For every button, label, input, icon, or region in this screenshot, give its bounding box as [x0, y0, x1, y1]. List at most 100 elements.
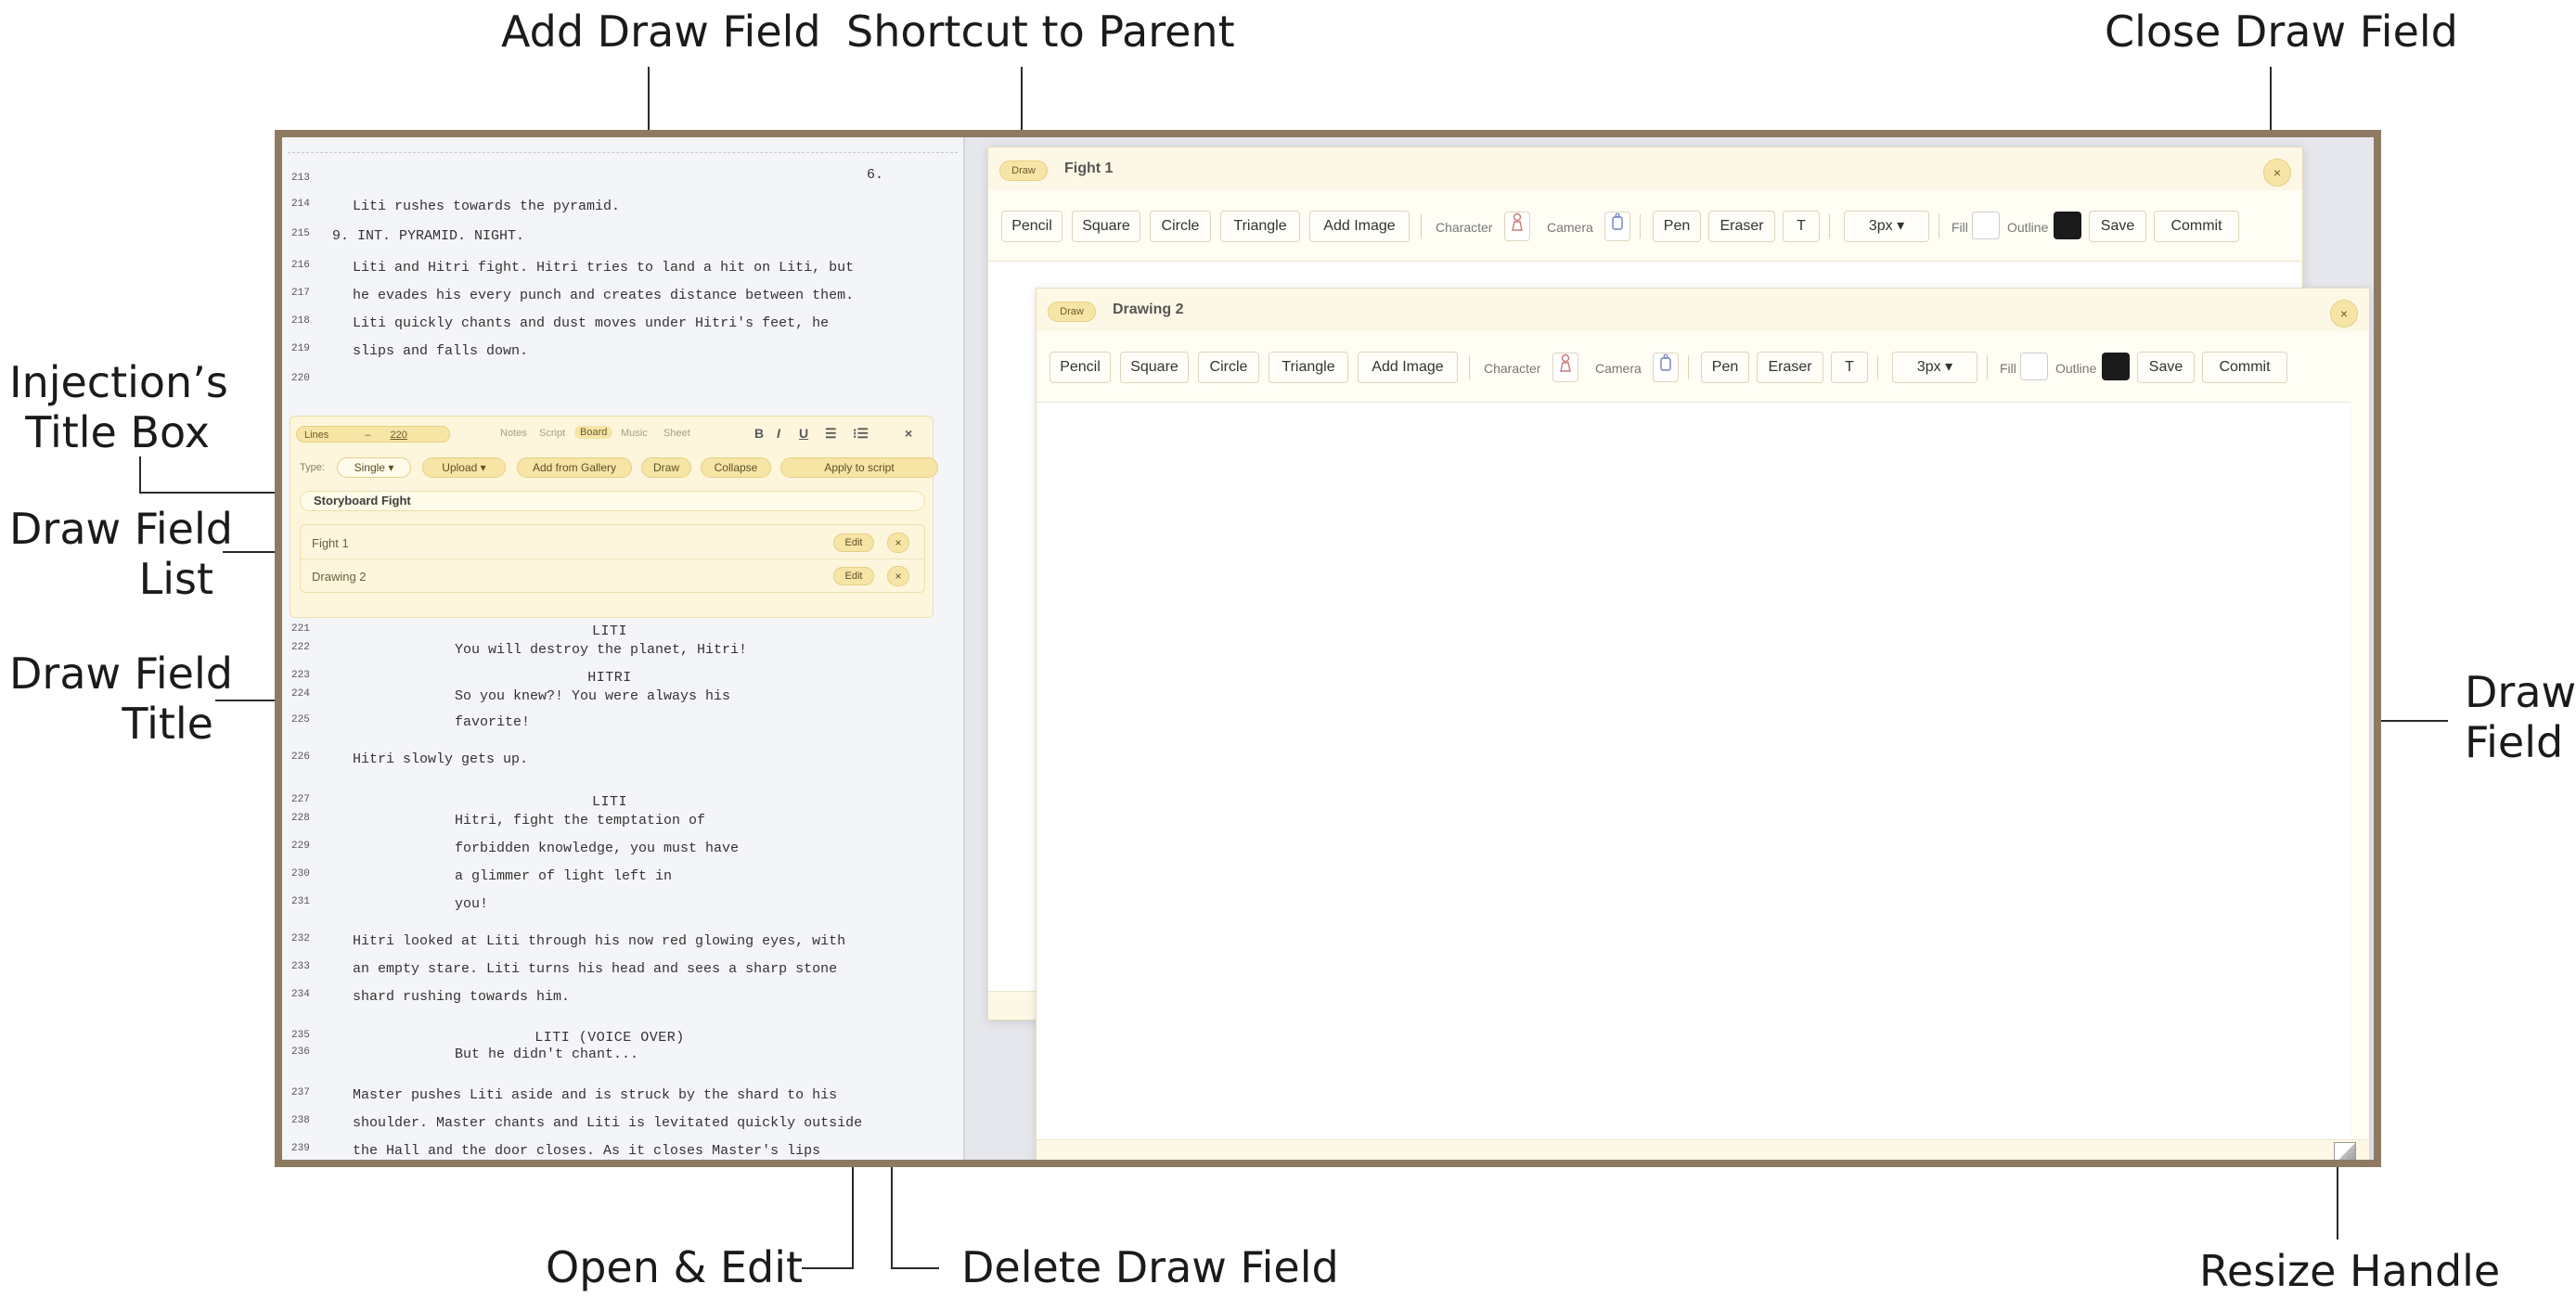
- script-line[interactable]: 214 Liti rushes towards the pyramid.: [282, 197, 963, 217]
- commit-button[interactable]: Commit: [2154, 211, 2239, 242]
- script-line[interactable]: 239 the Hall and the door closes. As it c…: [282, 1141, 963, 1160]
- camera-label: Camera: [1547, 220, 1593, 235]
- script-line[interactable]: 232 Hitri looked at Liti through his now …: [282, 931, 963, 952]
- line-number: 237: [291, 1087, 310, 1098]
- upload-button[interactable]: Upload ▾: [422, 457, 506, 478]
- script-line[interactable]: 215 9. INT. PYRAMID. NIGHT.: [282, 226, 963, 247]
- camera-icon[interactable]: [1653, 353, 1679, 382]
- script-line[interactable]: 217 he evades his every punch and creates…: [282, 286, 963, 306]
- action-text: an empty stare. Liti turns his head and …: [353, 961, 838, 977]
- save-button[interactable]: Save: [2089, 211, 2146, 242]
- lines-end: 220: [390, 430, 407, 441]
- dialogue-text: favorite!: [455, 714, 531, 730]
- fill-color-swatch[interactable]: [2020, 353, 2048, 380]
- script-line[interactable]: 213: [282, 171, 963, 191]
- resize-handle[interactable]: [2334, 1142, 2356, 1160]
- outline-color-swatch[interactable]: [2102, 353, 2130, 380]
- stroke-size-select[interactable]: 3px ▾: [1892, 352, 1977, 383]
- script-line[interactable]: 231 you!: [282, 894, 963, 915]
- camera-icon[interactable]: [1604, 212, 1630, 241]
- delete-draw-field-button[interactable]: ×: [887, 566, 909, 586]
- add-image-button[interactable]: Add Image: [1358, 352, 1458, 383]
- script-line[interactable]: 227 LITI: [282, 792, 963, 813]
- numbered-list-icon[interactable]: ⁝☰: [853, 426, 869, 442]
- action-text: Hitri looked at Liti through his now red…: [353, 933, 846, 949]
- line-number: 232: [291, 933, 310, 944]
- script-line[interactable]: 236 But he didn't chant...: [282, 1045, 963, 1065]
- script-line[interactable]: 233 an empty stare. Liti turns his head a…: [282, 959, 963, 980]
- delete-draw-field-button[interactable]: ×: [887, 533, 909, 553]
- square-tool-button[interactable]: Square: [1072, 211, 1140, 242]
- add-image-button[interactable]: Add Image: [1309, 211, 1410, 242]
- pen-tool-button[interactable]: Pen: [1653, 211, 1701, 242]
- bullet-list-icon[interactable]: ☰: [825, 426, 837, 442]
- circle-tool-button[interactable]: Circle: [1198, 352, 1259, 383]
- script-line[interactable]: 226 Hitri slowly gets up.: [282, 750, 963, 770]
- pencil-tool-button[interactable]: Pencil: [1001, 211, 1063, 242]
- draw-field-row[interactable]: Drawing 2 Edit ×: [301, 560, 924, 592]
- triangle-tool-button[interactable]: Triangle: [1220, 211, 1300, 242]
- character-icon[interactable]: [1552, 353, 1578, 382]
- close-draw-field-button[interactable]: ×: [2330, 300, 2358, 328]
- outline-color-swatch[interactable]: [2054, 212, 2081, 239]
- apply-to-script-button[interactable]: Apply to script: [780, 457, 938, 478]
- draw-window-drawing-2[interactable]: Draw Drawing 2 × Pencil Square Circle Trian…: [1036, 288, 2370, 1160]
- tab-script[interactable]: Script: [539, 428, 565, 439]
- script-line[interactable]: 224 So you knew?! You were always his: [282, 687, 963, 707]
- square-tool-button[interactable]: Square: [1120, 352, 1189, 383]
- lines-range[interactable]: Lines – 220: [296, 426, 450, 443]
- tab-music[interactable]: Music: [621, 428, 648, 439]
- line-text: he evades his every punch and creates di…: [353, 288, 855, 303]
- script-line[interactable]: 221 LITI: [282, 622, 963, 642]
- script-line[interactable]: 237 Master pushes Liti aside and is struc…: [282, 1085, 963, 1106]
- script-line[interactable]: 229 forbidden knowledge, you must have: [282, 839, 963, 859]
- drawing-canvas[interactable]: [1037, 402, 2351, 1140]
- window-title: Fight 1: [1064, 161, 1114, 176]
- character-icon[interactable]: [1504, 212, 1530, 241]
- script-line[interactable]: 234 shard rushing towards him.: [282, 987, 963, 1008]
- circle-tool-button[interactable]: Circle: [1150, 211, 1211, 242]
- commit-button[interactable]: Commit: [2202, 352, 2287, 383]
- tab-sheet[interactable]: Sheet: [663, 428, 690, 439]
- script-line[interactable]: 220: [282, 371, 963, 392]
- tab-board[interactable]: Board: [574, 426, 613, 439]
- script-line[interactable]: 228 Hitri, fight the temptation of: [282, 811, 963, 831]
- label-open-edit: Open & Edit: [546, 1242, 804, 1292]
- add-from-gallery-button[interactable]: Add from Gallery: [517, 457, 632, 478]
- stroke-size-select[interactable]: 3px ▾: [1844, 211, 1929, 242]
- script-line[interactable]: 222 You will destroy the planet, Hitri!: [282, 640, 963, 661]
- script-line[interactable]: 219 slips and falls down.: [282, 341, 963, 362]
- dialogue-text: You will destroy the planet, Hitri!: [455, 642, 748, 658]
- italic-button[interactable]: I: [777, 426, 780, 441]
- text-tool-button[interactable]: T: [1783, 211, 1820, 242]
- script-line[interactable]: 238 shoulder. Master chants and Liti is l…: [282, 1113, 963, 1134]
- bold-button[interactable]: B: [754, 426, 764, 441]
- script-pane[interactable]: 6. 213 214 Liti rushes towards the pyramid…: [282, 137, 965, 1160]
- draw-field-row[interactable]: Fight 1 Edit ×: [301, 527, 924, 559]
- collapse-button[interactable]: Collapse: [701, 457, 771, 478]
- edit-button[interactable]: Edit: [833, 567, 874, 585]
- save-button[interactable]: Save: [2137, 352, 2195, 383]
- text-tool-button[interactable]: T: [1831, 352, 1868, 383]
- script-line[interactable]: 230 a glimmer of light left in: [282, 867, 963, 887]
- edit-button[interactable]: Edit: [833, 533, 874, 552]
- pen-tool-button[interactable]: Pen: [1701, 352, 1749, 383]
- script-line[interactable]: 223 HITRI: [282, 668, 963, 688]
- underline-button[interactable]: U: [799, 426, 808, 441]
- fill-color-swatch[interactable]: [1972, 212, 2000, 239]
- script-line[interactable]: 225 favorite!: [282, 713, 963, 733]
- script-line[interactable]: 218 Liti quickly chants and dust moves un…: [282, 314, 963, 334]
- script-line[interactable]: 216 Liti and Hitri fight. Hitri tries to …: [282, 258, 963, 278]
- shortcut-to-parent-button[interactable]: Draw: [999, 161, 1048, 181]
- triangle-tool-button[interactable]: Triangle: [1269, 352, 1348, 383]
- injection-title-input[interactable]: Storyboard Fight: [300, 491, 925, 511]
- type-select[interactable]: Single ▾: [337, 457, 411, 478]
- shortcut-to-parent-button[interactable]: Draw: [1048, 302, 1096, 322]
- close-injection-icon[interactable]: ×: [905, 426, 912, 441]
- tab-notes[interactable]: Notes: [500, 428, 527, 439]
- draw-button[interactable]: Draw: [641, 457, 691, 478]
- eraser-tool-button[interactable]: Eraser: [1708, 211, 1775, 242]
- close-draw-field-button[interactable]: ×: [2263, 159, 2291, 186]
- pencil-tool-button[interactable]: Pencil: [1050, 352, 1111, 383]
- eraser-tool-button[interactable]: Eraser: [1757, 352, 1823, 383]
